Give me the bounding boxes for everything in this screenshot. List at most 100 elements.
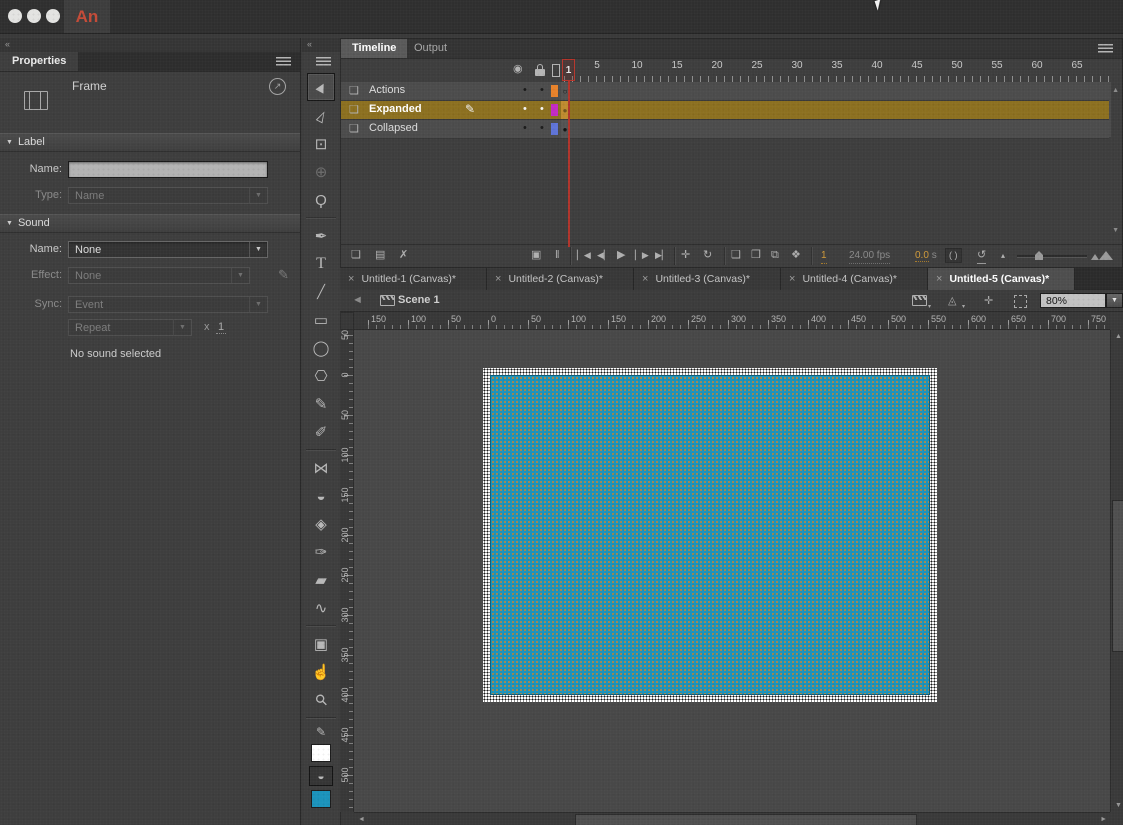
tool-3d-rotation[interactable]: ⊕ bbox=[308, 159, 334, 185]
tool-hand[interactable]: ☝ bbox=[308, 659, 334, 685]
timeline-frame-number[interactable]: 45 bbox=[905, 60, 929, 71]
delete-layer-button[interactable]: ✗ bbox=[399, 248, 408, 263]
stroke-color-swatch[interactable] bbox=[311, 744, 331, 762]
tools-panel-menu-icon[interactable] bbox=[316, 56, 332, 67]
close-icon[interactable]: × bbox=[642, 273, 648, 285]
timeline-frame-number[interactable]: 55 bbox=[985, 60, 1009, 71]
document-tab[interactable]: ×Untitled-3 (Canvas)* bbox=[634, 268, 781, 290]
show-hide-all-layers-icon[interactable]: ◉ bbox=[513, 62, 523, 75]
layer-outline-color-swatch[interactable] bbox=[551, 85, 558, 97]
stage-zoom-dropdown-button[interactable]: ▼ bbox=[1106, 293, 1123, 308]
horizontal-scrollbar[interactable]: ◄ ► bbox=[354, 812, 1110, 825]
layer-lock-dot[interactable]: • bbox=[540, 84, 544, 96]
playhead-frame-number[interactable]: 1 bbox=[562, 59, 575, 81]
vertical-scrollbar-thumb[interactable] bbox=[1112, 500, 1123, 652]
tool-zoom[interactable]: ⚲ bbox=[308, 687, 334, 713]
frame-span-toggle-button[interactable]: ( ) bbox=[945, 248, 962, 263]
document-tab[interactable]: ×Untitled-5 (Canvas)* bbox=[928, 268, 1075, 290]
current-frame-display[interactable]: 1 bbox=[821, 248, 827, 264]
tool-ink-bottle[interactable]: ◈ bbox=[308, 511, 334, 537]
back-arrow-icon[interactable]: ◄ bbox=[352, 294, 363, 306]
fill-color-swatch[interactable] bbox=[311, 790, 331, 808]
onion-skin-outlines-button[interactable]: ❒ bbox=[751, 248, 761, 263]
tool-camera[interactable]: ▣ bbox=[308, 631, 334, 657]
timeline-frame-number[interactable]: 5 bbox=[585, 60, 609, 71]
layer-name[interactable]: Collapsed bbox=[369, 122, 418, 134]
tool-line[interactable]: ╱ bbox=[308, 279, 334, 305]
layer-visibility-dot[interactable]: • bbox=[523, 103, 527, 115]
layer-name[interactable]: Actions bbox=[369, 84, 405, 96]
sound-name-dropdown[interactable]: None ▼ bbox=[68, 241, 268, 258]
window-zoom-button[interactable] bbox=[46, 9, 60, 23]
zoom-out-timeline-icon[interactable]: ▴ bbox=[1001, 248, 1005, 263]
close-icon[interactable]: × bbox=[936, 273, 942, 285]
window-close-button[interactable] bbox=[8, 9, 22, 23]
onion-skin-button[interactable]: ❑ bbox=[731, 248, 741, 263]
scroll-down-icon[interactable]: ▼ bbox=[1115, 802, 1122, 809]
vertical-scrollbar[interactable]: ▲ ▼ bbox=[1110, 330, 1123, 812]
document-tab[interactable]: ×Untitled-2 (Canvas)* bbox=[487, 268, 634, 290]
tool-text[interactable]: T bbox=[308, 251, 334, 277]
zoom-in-timeline-icon[interactable] bbox=[1099, 251, 1113, 260]
window-minimize-button[interactable] bbox=[27, 9, 41, 23]
stage-selected-stroke[interactable] bbox=[483, 368, 937, 702]
layer-lock-dot[interactable]: • bbox=[540, 122, 544, 134]
add-camera-button[interactable]: ▣ bbox=[531, 248, 541, 263]
timeline-zoom-slider[interactable] bbox=[1017, 255, 1087, 258]
timeline-frame-number[interactable]: 10 bbox=[625, 60, 649, 71]
timeline-scroll-down-icon[interactable]: ▼ bbox=[1112, 227, 1119, 234]
tab-properties[interactable]: Properties bbox=[0, 52, 78, 71]
fill-color-bucket-icon[interactable]: ◒ bbox=[309, 766, 333, 786]
sound-repeat-dropdown[interactable]: Repeat ▼ bbox=[68, 319, 192, 336]
frame-rate-display[interactable]: 24.00 fps bbox=[849, 248, 890, 264]
timeline-zoom-slider-thumb[interactable] bbox=[1035, 251, 1043, 260]
edit-symbols-button[interactable]: ◬ bbox=[948, 294, 956, 307]
timeline-frame-number[interactable]: 65 bbox=[1065, 60, 1089, 71]
timeline-frame-number[interactable]: 30 bbox=[785, 60, 809, 71]
playhead-line[interactable] bbox=[568, 81, 570, 247]
tool-brush[interactable]: ✐ bbox=[308, 419, 334, 445]
tool-free-transform[interactable]: ⊡ bbox=[308, 131, 334, 157]
loop-playback-button[interactable]: ↻ bbox=[703, 248, 712, 263]
step-forward-button[interactable]: ▏▶ bbox=[635, 248, 649, 263]
repeat-count-value[interactable]: 1 bbox=[216, 321, 226, 334]
label-name-input[interactable] bbox=[68, 161, 268, 178]
pasteboard[interactable] bbox=[354, 330, 1110, 812]
elapsed-time-display[interactable]: 0.0 s bbox=[915, 248, 937, 263]
tool-width[interactable]: ∿ bbox=[308, 595, 334, 621]
go-to-last-frame-button[interactable]: ▶▏ bbox=[655, 248, 669, 263]
reset-timeline-zoom-button[interactable]: ↺ bbox=[977, 248, 986, 264]
timeline-layer-row[interactable]: ❏Collapsed••● bbox=[341, 120, 1109, 139]
document-tab[interactable]: ×Untitled-4 (Canvas)* bbox=[781, 268, 928, 290]
close-icon[interactable]: × bbox=[495, 273, 501, 285]
timeline-frame-number[interactable]: 25 bbox=[745, 60, 769, 71]
scroll-left-icon[interactable]: ◄ bbox=[358, 816, 365, 823]
layer-visibility-dot[interactable]: • bbox=[523, 84, 527, 96]
timeline-frame-number[interactable]: 40 bbox=[865, 60, 889, 71]
label-section-header[interactable]: ▼Label bbox=[0, 133, 300, 152]
tool-bone[interactable]: ⋈ bbox=[308, 455, 334, 481]
tool-paint-bucket[interactable]: ◒ bbox=[308, 483, 334, 509]
timeline-layer-row[interactable]: ❏Actions••○ bbox=[341, 82, 1109, 101]
scroll-up-icon[interactable]: ▲ bbox=[1115, 333, 1122, 340]
layer-name[interactable]: Expanded bbox=[369, 103, 422, 115]
scene-name[interactable]: Scene 1 bbox=[398, 294, 440, 306]
layer-visibility-dot[interactable]: • bbox=[523, 122, 527, 134]
center-frame-button[interactable]: ✛ bbox=[681, 248, 690, 263]
stage-zoom-input[interactable]: 80% bbox=[1040, 293, 1106, 308]
timeline-frame-number[interactable]: 50 bbox=[945, 60, 969, 71]
sound-sync-dropdown[interactable]: Event ▼ bbox=[68, 296, 268, 313]
tool-eyedropper[interactable]: ✑ bbox=[308, 539, 334, 565]
properties-panel-menu-icon[interactable] bbox=[276, 56, 292, 67]
sound-section-header[interactable]: ▼Sound bbox=[0, 214, 300, 233]
zoom-in-timeline-icon[interactable] bbox=[1091, 254, 1099, 260]
timeline-frame-number[interactable]: 60 bbox=[1025, 60, 1049, 71]
tool-oval[interactable]: ◯ bbox=[308, 335, 334, 361]
tool-subselection[interactable]: ▻ bbox=[308, 103, 334, 129]
center-stage-button[interactable]: ✛ bbox=[984, 294, 993, 307]
scroll-right-icon[interactable]: ► bbox=[1100, 816, 1107, 823]
layer-lock-dot[interactable]: • bbox=[540, 103, 544, 115]
tool-lasso[interactable]: Ϙ bbox=[308, 187, 334, 213]
tool-selection[interactable]: ► bbox=[307, 73, 335, 101]
layer-outline-color-swatch[interactable] bbox=[551, 123, 558, 135]
